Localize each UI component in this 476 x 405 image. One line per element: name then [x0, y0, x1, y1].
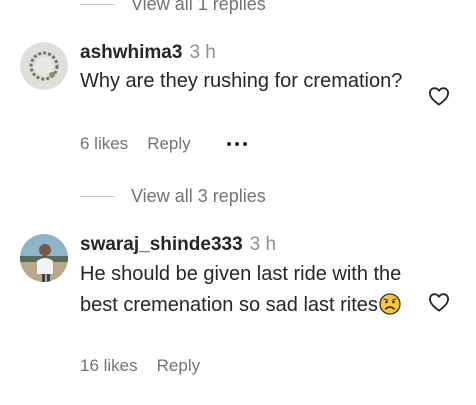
avatar[interactable] — [20, 234, 68, 282]
username[interactable]: ashwhima3 — [80, 42, 182, 64]
view-replies-link-top[interactable]: View all 1 replies — [80, 0, 266, 16]
heart-outline-icon[interactable] — [428, 292, 450, 312]
avatar-image — [20, 42, 68, 90]
more-horizontal-icon[interactable] — [226, 142, 247, 146]
replies-divider-line — [80, 195, 114, 197]
comment-actions: 16 likes Reply — [80, 356, 200, 376]
timestamp: 3 h — [249, 234, 277, 255]
comment-header: swaraj_shinde333 3 h — [80, 234, 276, 256]
comments-panel: View all 1 replies ashwhima3 3 h Why are… — [0, 0, 476, 405]
heart-outline-icon[interactable] — [428, 86, 450, 106]
likes-count[interactable]: 16 likes — [80, 356, 138, 376]
reply-button[interactable]: Reply — [147, 134, 190, 154]
comment-header: ashwhima3 3 h — [80, 42, 216, 64]
reply-button[interactable]: Reply — [157, 356, 200, 376]
comment-actions: 6 likes Reply — [80, 134, 247, 154]
avatar-image — [20, 234, 68, 282]
view-replies-label: View all 1 replies — [131, 0, 266, 14]
avatar[interactable] — [20, 42, 68, 90]
likes-count[interactable]: 6 likes — [80, 134, 128, 154]
replies-divider-line — [80, 3, 114, 5]
sad-face-emoji-icon — [379, 293, 401, 315]
comment-text: Why are they rushing for cremation? — [80, 70, 403, 92]
view-replies-link[interactable]: View all 3 replies — [80, 184, 266, 208]
timestamp: 3 h — [189, 42, 216, 63]
comment-text-content: He should be given last ride with the be… — [80, 263, 402, 316]
username[interactable]: swaraj_shinde333 — [80, 234, 243, 256]
comment-text: He should be given last ride with the be… — [80, 259, 405, 321]
view-replies-label: View all 3 replies — [131, 185, 266, 206]
